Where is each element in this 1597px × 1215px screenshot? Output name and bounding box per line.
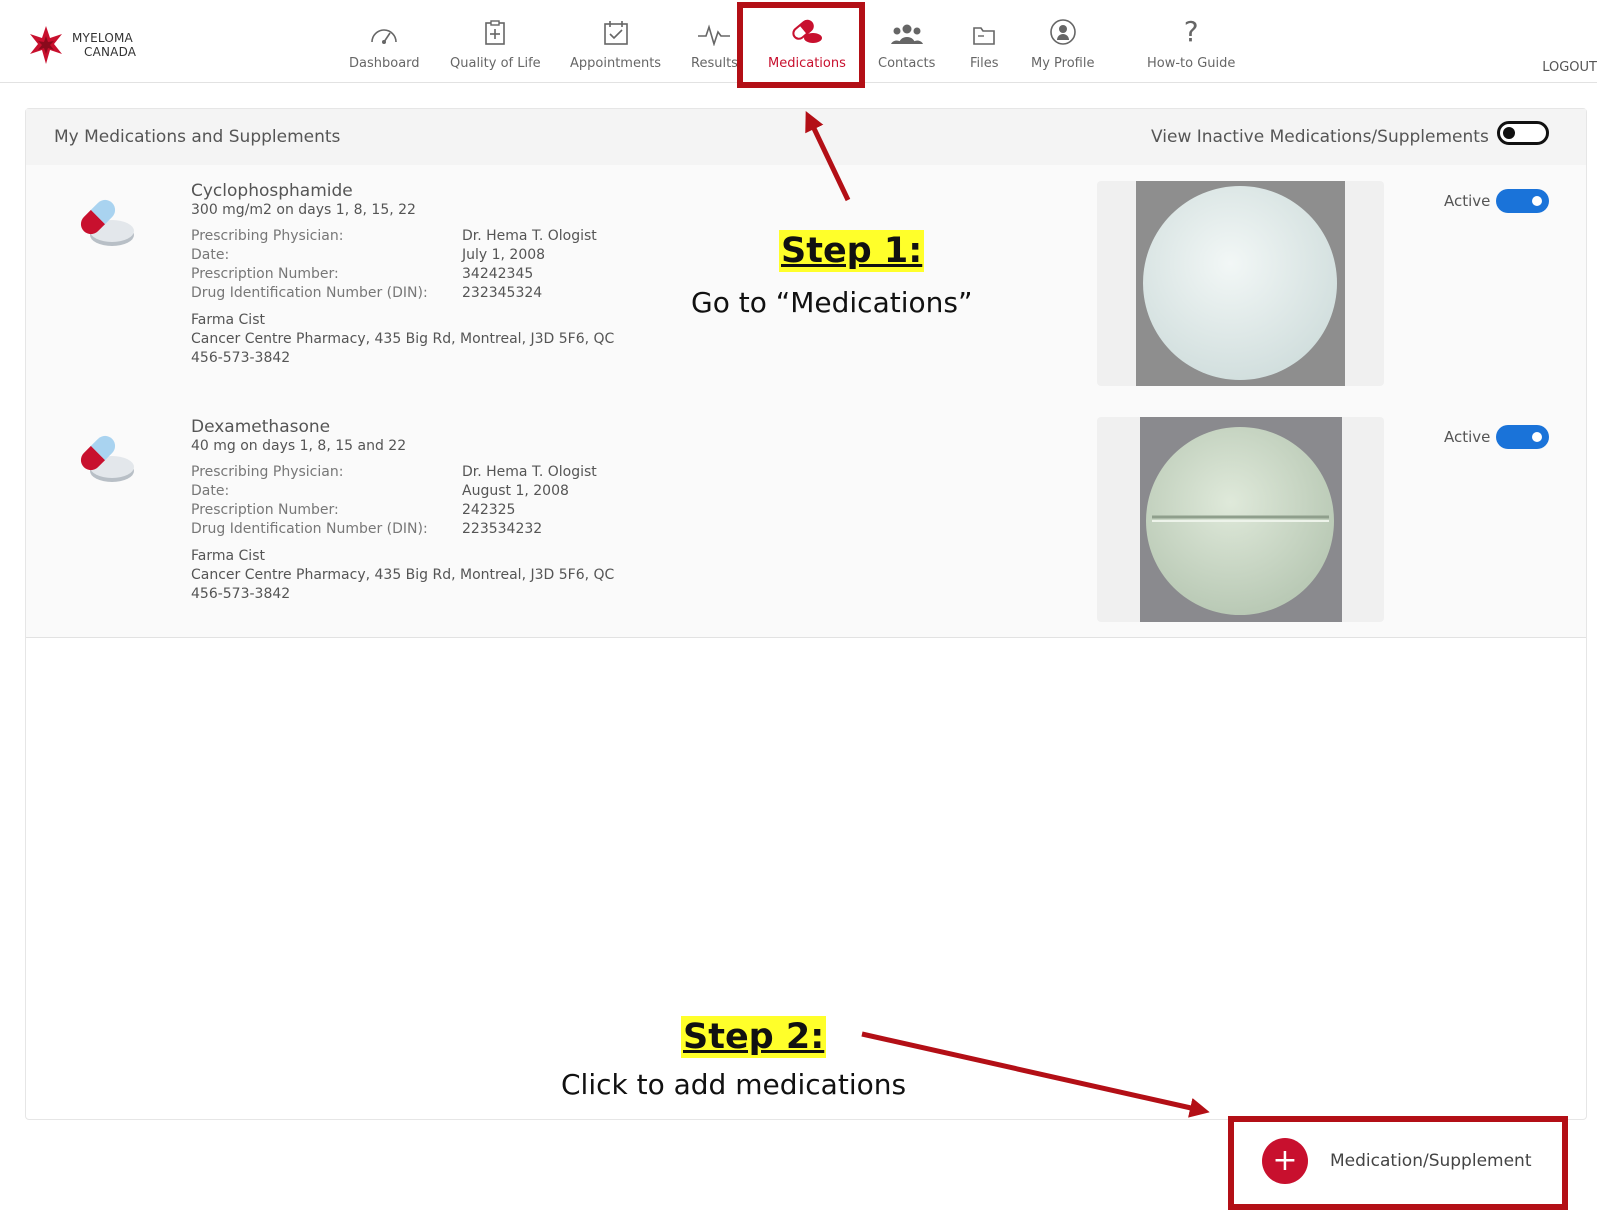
rx-value: 34242345 xyxy=(462,266,534,282)
nav-label: My Profile xyxy=(1031,56,1095,71)
logout-link[interactable]: LOGOUT xyxy=(1542,60,1597,75)
field-label: Date: xyxy=(191,483,230,499)
view-inactive-label: View Inactive Medications/Supplements xyxy=(1151,127,1489,147)
folder-icon xyxy=(973,27,996,45)
pharmacy-phone: 456-573-3842 xyxy=(191,350,291,366)
people-icon xyxy=(890,24,923,44)
brand-logo[interactable]: MYELOMA CANADA xyxy=(28,24,136,66)
round-white-tablet-image xyxy=(1136,181,1345,386)
nav-my-profile[interactable]: My Profile xyxy=(1031,18,1094,71)
medication-name: Dexamethasone xyxy=(191,417,331,437)
step2-description: Click to add medications xyxy=(561,1068,907,1101)
nav-label: How-to Guide xyxy=(1147,56,1236,71)
din-value: 223534232 xyxy=(462,521,543,537)
medication-row[interactable]: Dexamethasone 40 mg on days 1, 8, 15 and… xyxy=(26,401,1586,638)
date-value: August 1, 2008 xyxy=(462,483,569,499)
nav-results[interactable]: Results xyxy=(691,18,738,71)
pharmacist-name: Farma Cist xyxy=(191,548,265,564)
step1-description: Go to “Medications” xyxy=(691,286,973,319)
pulse-icon xyxy=(698,24,731,46)
pill-icon xyxy=(80,435,134,482)
field-label: Prescription Number: xyxy=(191,266,339,282)
nav-label: Quality of Life xyxy=(450,56,541,71)
nav-label: Appointments xyxy=(570,56,662,71)
field-label: Prescribing Physician: xyxy=(191,228,344,244)
pharmacy-phone: 456-573-3842 xyxy=(191,586,291,602)
medication-photo[interactable] xyxy=(1097,181,1384,386)
panel-header: My Medications and Supplements View Inac… xyxy=(26,109,1586,165)
physician-value: Dr. Hema T. Ologist xyxy=(462,464,597,480)
toggle-knob xyxy=(1503,127,1515,139)
plus-icon: + xyxy=(1262,1138,1308,1184)
brand-line-1: MYELOMA xyxy=(72,31,133,45)
step1-title: Step 1: xyxy=(779,230,925,272)
din-value: 232345324 xyxy=(462,285,543,301)
add-medication-button[interactable]: + Medication/Supplement xyxy=(1262,1138,1532,1184)
field-label: Prescribing Physician: xyxy=(191,464,344,480)
field-label: Drug Identification Number (DIN): xyxy=(191,285,428,301)
date-value: July 1, 2008 xyxy=(462,247,546,263)
status-label: Active xyxy=(1444,192,1491,210)
add-medication-label: Medication/Supplement xyxy=(1330,1151,1532,1171)
nav-quality-of-life[interactable]: Quality of Life xyxy=(450,18,541,71)
medication-photo[interactable] xyxy=(1097,417,1384,622)
physician-value: Dr. Hema T. Ologist xyxy=(462,228,597,244)
nav-contacts[interactable]: Contacts xyxy=(878,18,935,71)
field-label: Prescription Number: xyxy=(191,502,339,518)
field-label: Drug Identification Number (DIN): xyxy=(191,521,428,537)
pharmacist-name: Farma Cist xyxy=(191,312,265,328)
medication-row[interactable]: Cyclophosphamide 300 mg/m2 on days 1, 8,… xyxy=(26,165,1586,402)
nav-appointments[interactable]: Appointments xyxy=(570,18,661,71)
status-label: Active xyxy=(1444,428,1491,446)
gauge-icon xyxy=(371,29,398,44)
maple-leaf-star-icon xyxy=(30,26,62,64)
medication-name: Cyclophosphamide xyxy=(191,181,353,201)
active-toggle[interactable] xyxy=(1496,189,1550,213)
active-toggle[interactable] xyxy=(1496,425,1550,449)
brand-wordmark: MYELOMA CANADA xyxy=(72,31,136,59)
nav-label: Results xyxy=(691,56,738,71)
nav-label: Contacts xyxy=(878,56,936,71)
medication-dose: 300 mg/m2 on days 1, 8, 15, 22 xyxy=(191,202,416,218)
pharmacy-address: Cancer Centre Pharmacy, 435 Big Rd, Mont… xyxy=(191,567,615,583)
clipboard-plus-icon xyxy=(485,20,506,45)
medication-dose: 40 mg on days 1, 8, 15 and 22 xyxy=(191,438,407,454)
nav-label: Dashboard xyxy=(349,56,420,71)
rx-value: 242325 xyxy=(462,502,516,518)
view-inactive-toggle[interactable] xyxy=(1497,121,1549,145)
scored-green-tablet-image xyxy=(1140,417,1342,622)
field-label: Date: xyxy=(191,247,230,263)
calendar-check-icon xyxy=(603,21,628,45)
status-control: Active xyxy=(1444,189,1550,213)
nav-how-to-guide[interactable]: ? How-to Guide xyxy=(1147,15,1236,72)
nav-files[interactable]: Files xyxy=(970,18,999,71)
profile-icon xyxy=(1049,19,1076,45)
status-control: Active xyxy=(1444,425,1550,449)
toggle-knob xyxy=(1532,432,1543,442)
nav-label: Files xyxy=(970,56,999,71)
brand-line-2: CANADA xyxy=(84,45,137,59)
medication-info: Dexamethasone 40 mg on days 1, 8, 15 and… xyxy=(191,417,614,604)
panel-title: My Medications and Supplements xyxy=(54,127,341,147)
pill-icon xyxy=(80,199,134,246)
pharmacy-address: Cancer Centre Pharmacy, 435 Big Rd, Mont… xyxy=(191,331,615,347)
medications-highlight-box xyxy=(737,2,865,88)
question-icon: ? xyxy=(1183,15,1199,48)
step2-title: Step 2: xyxy=(681,1016,827,1058)
medication-info: Cyclophosphamide 300 mg/m2 on days 1, 8,… xyxy=(191,181,614,368)
nav-dashboard[interactable]: Dashboard xyxy=(349,18,420,71)
toggle-knob xyxy=(1532,196,1543,206)
